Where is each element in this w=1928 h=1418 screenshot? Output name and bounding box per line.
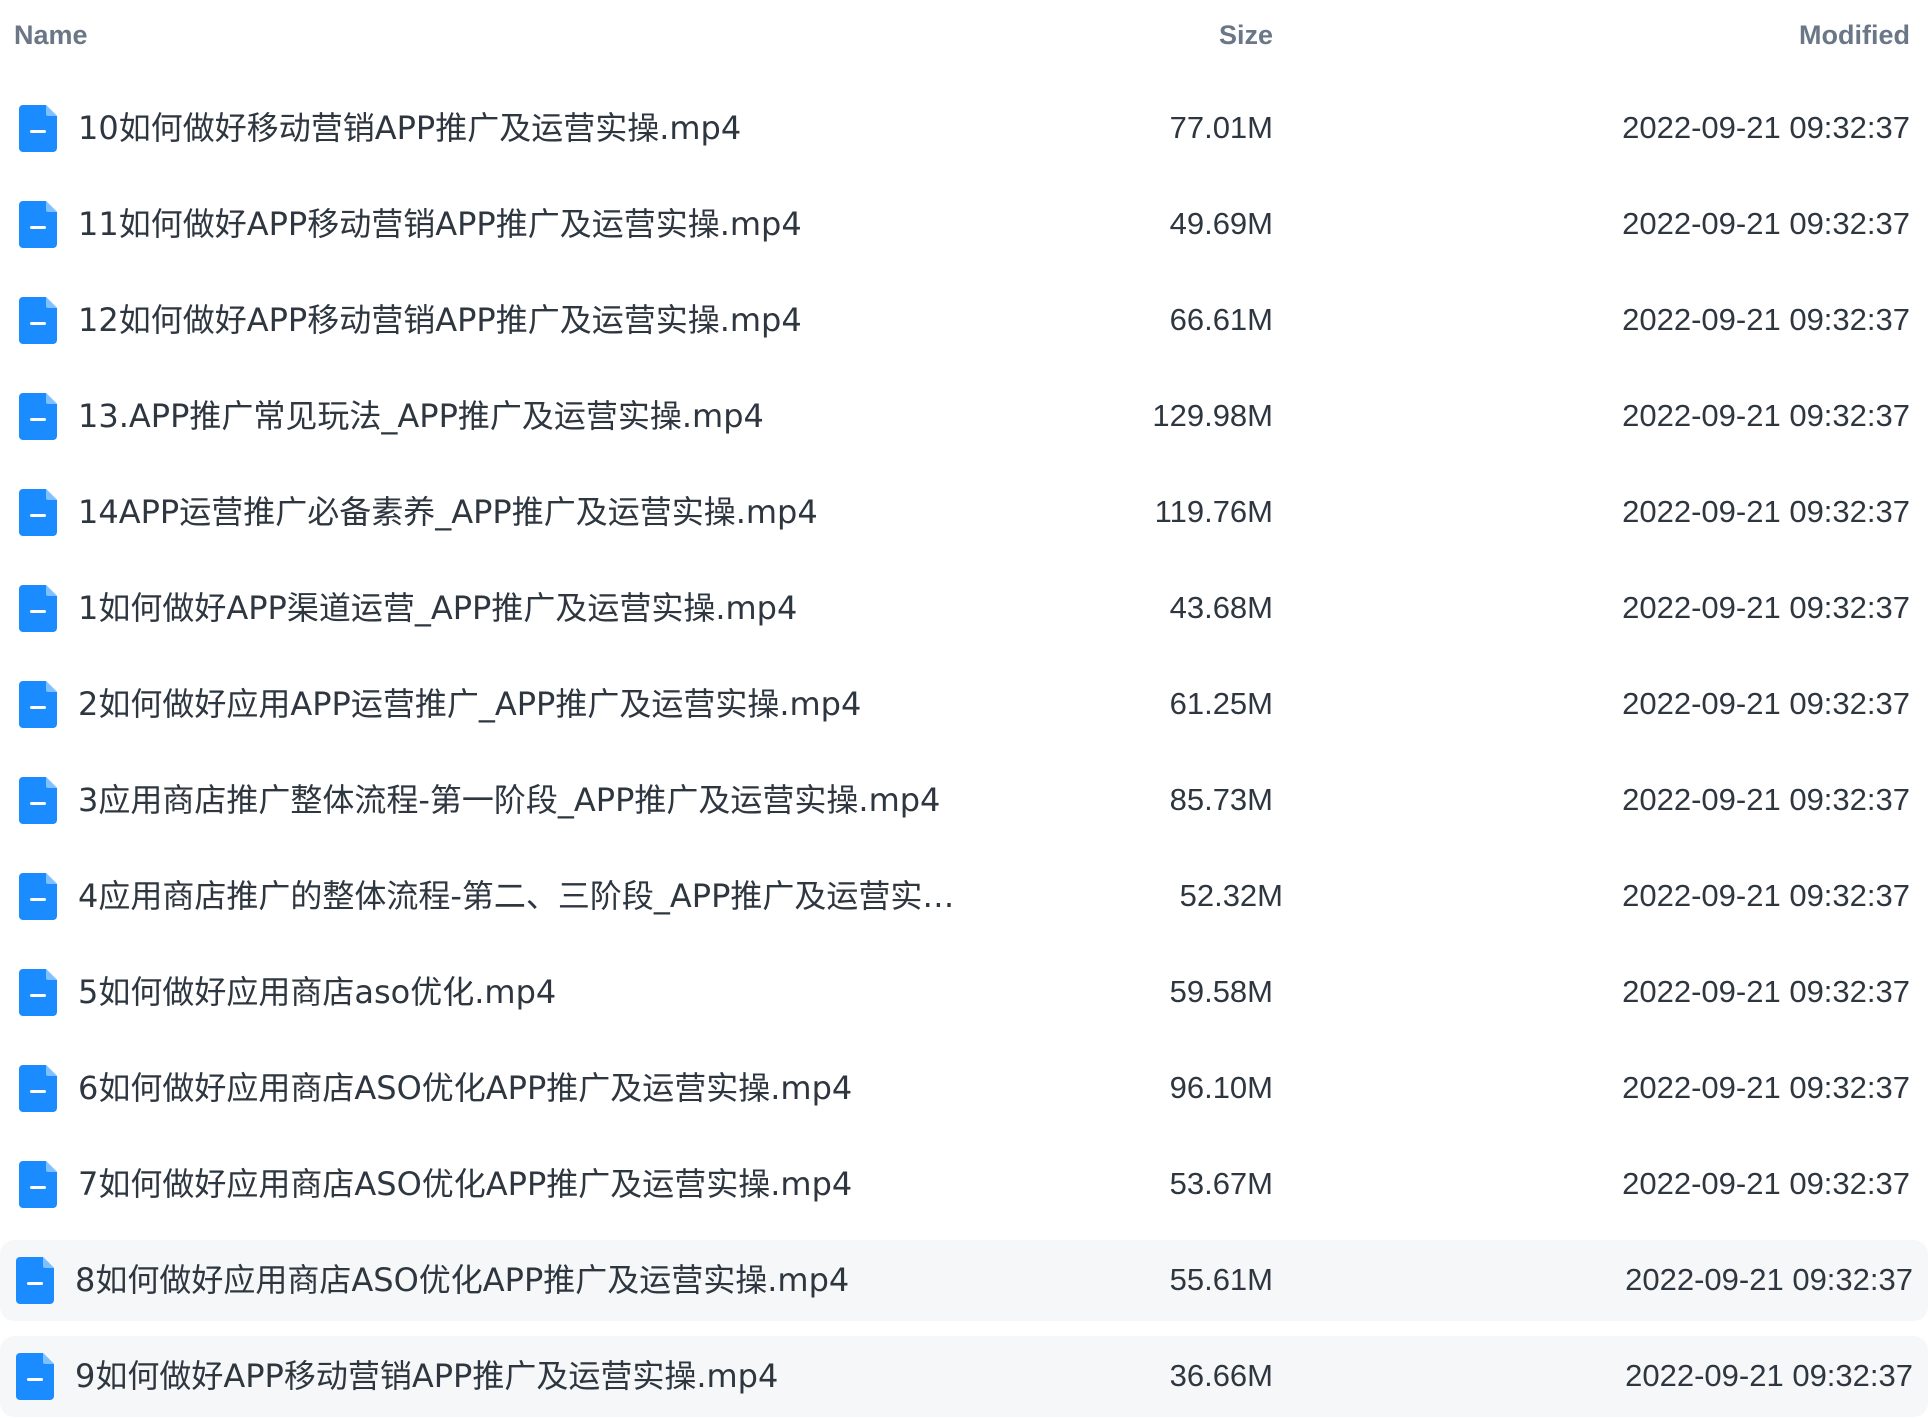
file-list: Name Size Modified 10如何做好移动营销APP推广及运营实操.… — [0, 0, 1928, 1417]
column-header-name[interactable]: Name — [14, 20, 88, 51]
file-modified: 2022-09-21 09:32:37 — [1622, 1166, 1910, 1201]
file-icon — [19, 585, 57, 632]
file-size: 43.68M — [1169, 590, 1273, 625]
file-row[interactable]: 9如何做好APP移动营销APP推广及运营实操.mp4 36.66M 2022-09-… — [0, 1336, 1928, 1417]
file-modified: 2022-09-21 09:32:37 — [1622, 398, 1910, 433]
file-row[interactable]: 1如何做好APP渠道运营_APP推广及运营实操.mp4 43.68M 2022-09… — [0, 568, 1928, 649]
file-size: 129.98M — [1152, 398, 1273, 433]
file-modified: 2022-09-21 09:32:37 — [1625, 1358, 1913, 1393]
file-name[interactable]: 14APP运营推广必备素养_APP推广及运营实操.mp4 — [78, 492, 818, 532]
file-name[interactable]: 3应用商店推广整体流程-第一阶段_APP推广及运营实操.mp4 — [78, 780, 940, 820]
file-icon — [16, 1353, 54, 1400]
file-name[interactable]: 9如何做好APP移动营销APP推广及运营实操.mp4 — [75, 1356, 778, 1396]
file-size: 66.61M — [1169, 302, 1273, 337]
file-modified: 2022-09-21 09:32:37 — [1622, 686, 1910, 721]
file-size: 61.25M — [1169, 686, 1273, 721]
column-header-size[interactable]: Size — [1219, 20, 1273, 51]
file-row[interactable]: 8如何做好应用商店ASO优化APP推广及运营实操.mp4 55.61M 2022-0… — [0, 1240, 1928, 1321]
file-modified: 2022-09-21 09:32:37 — [1622, 590, 1910, 625]
file-size: 53.67M — [1169, 1166, 1273, 1201]
file-row[interactable]: 13.APP推广常见玩法_APP推广及运营实操.mp4 129.98M 2022-0… — [0, 376, 1928, 457]
file-modified: 2022-09-21 09:32:37 — [1622, 782, 1910, 817]
column-header-modified[interactable]: Modified — [1799, 20, 1910, 51]
file-icon — [19, 1065, 57, 1112]
file-size: 36.66M — [1169, 1358, 1273, 1393]
file-size: 119.76M — [1154, 494, 1273, 529]
file-name[interactable]: 10如何做好移动营销APP推广及运营实操.mp4 — [78, 108, 741, 148]
file-icon — [19, 105, 57, 152]
file-icon — [19, 681, 57, 728]
file-name[interactable]: 8如何做好应用商店ASO优化APP推广及运营实操.mp4 — [75, 1260, 849, 1300]
file-row[interactable]: 10如何做好移动营销APP推广及运营实操.mp4 77.01M 2022-09-21… — [0, 88, 1928, 169]
file-row[interactable]: 14APP运营推广必备素养_APP推广及运营实操.mp4 119.76M 2022-… — [0, 472, 1928, 553]
file-name[interactable]: 6如何做好应用商店ASO优化APP推广及运营实操.mp4 — [78, 1068, 852, 1108]
file-row[interactable]: 6如何做好应用商店ASO优化APP推广及运营实操.mp4 96.10M 2022-0… — [0, 1048, 1928, 1129]
list-header: Name Size Modified — [0, 0, 1928, 70]
file-modified: 2022-09-21 09:32:37 — [1622, 494, 1910, 529]
file-modified: 2022-09-21 09:32:37 — [1622, 302, 1910, 337]
file-modified: 2022-09-21 09:32:37 — [1622, 1070, 1910, 1105]
file-row[interactable]: 11如何做好APP移动营销APP推广及运营实操.mp4 49.69M 2022-09… — [0, 184, 1928, 265]
file-name[interactable]: 5如何做好应用商店aso优化.mp4 — [78, 972, 556, 1012]
file-icon — [19, 873, 57, 920]
file-modified: 2022-09-21 09:32:37 — [1622, 974, 1910, 1009]
file-icon — [19, 777, 57, 824]
file-icon — [19, 969, 57, 1016]
file-name[interactable]: 2如何做好应用APP运营推广_APP推广及运营实操.mp4 — [78, 684, 861, 724]
file-size: 85.73M — [1169, 782, 1273, 817]
file-icon — [19, 489, 57, 536]
file-size: 59.58M — [1169, 974, 1273, 1009]
file-row[interactable]: 12如何做好APP移动营销APP推广及运营实操.mp4 66.61M 2022-09… — [0, 280, 1928, 361]
file-row[interactable]: 2如何做好应用APP运营推广_APP推广及运营实操.mp4 61.25M 2022-… — [0, 664, 1928, 745]
file-size: 49.69M — [1169, 206, 1273, 241]
file-icon — [16, 1257, 54, 1304]
file-icon — [19, 201, 57, 248]
file-size: 52.32M — [1179, 878, 1283, 913]
file-size: 55.61M — [1169, 1262, 1273, 1297]
file-name[interactable]: 13.APP推广常见玩法_APP推广及运营实操.mp4 — [78, 396, 764, 436]
file-row[interactable]: 3应用商店推广整体流程-第一阶段_APP推广及运营实操.mp4 85.73M 202… — [0, 760, 1928, 841]
file-modified: 2022-09-21 09:32:37 — [1622, 206, 1910, 241]
file-row[interactable]: 7如何做好应用商店ASO优化APP推广及运营实操.mp4 53.67M 2022-0… — [0, 1144, 1928, 1225]
file-name[interactable]: 1如何做好APP渠道运营_APP推广及运营实操.mp4 — [78, 588, 797, 628]
file-size: 96.10M — [1169, 1070, 1273, 1105]
file-name[interactable]: 7如何做好应用商店ASO优化APP推广及运营实操.mp4 — [78, 1164, 852, 1204]
file-row[interactable]: 4应用商店推广的整体流程-第二、三阶段_APP推广及运营实… 52.32M 2022… — [0, 856, 1928, 937]
file-name[interactable]: 12如何做好APP移动营销APP推广及运营实操.mp4 — [78, 300, 802, 340]
file-size: 77.01M — [1169, 110, 1273, 145]
file-icon — [19, 297, 57, 344]
file-modified: 2022-09-21 09:32:37 — [1625, 1262, 1913, 1297]
file-modified: 2022-09-21 09:32:37 — [1622, 878, 1910, 913]
file-name[interactable]: 11如何做好APP移动营销APP推广及运营实操.mp4 — [78, 204, 802, 244]
file-name[interactable]: 4应用商店推广的整体流程-第二、三阶段_APP推广及运营实… — [78, 876, 954, 916]
file-icon — [19, 393, 57, 440]
file-icon — [19, 1161, 57, 1208]
file-row[interactable]: 5如何做好应用商店aso优化.mp4 59.58M 2022-09-21 09:32… — [0, 952, 1928, 1033]
file-modified: 2022-09-21 09:32:37 — [1622, 110, 1910, 145]
